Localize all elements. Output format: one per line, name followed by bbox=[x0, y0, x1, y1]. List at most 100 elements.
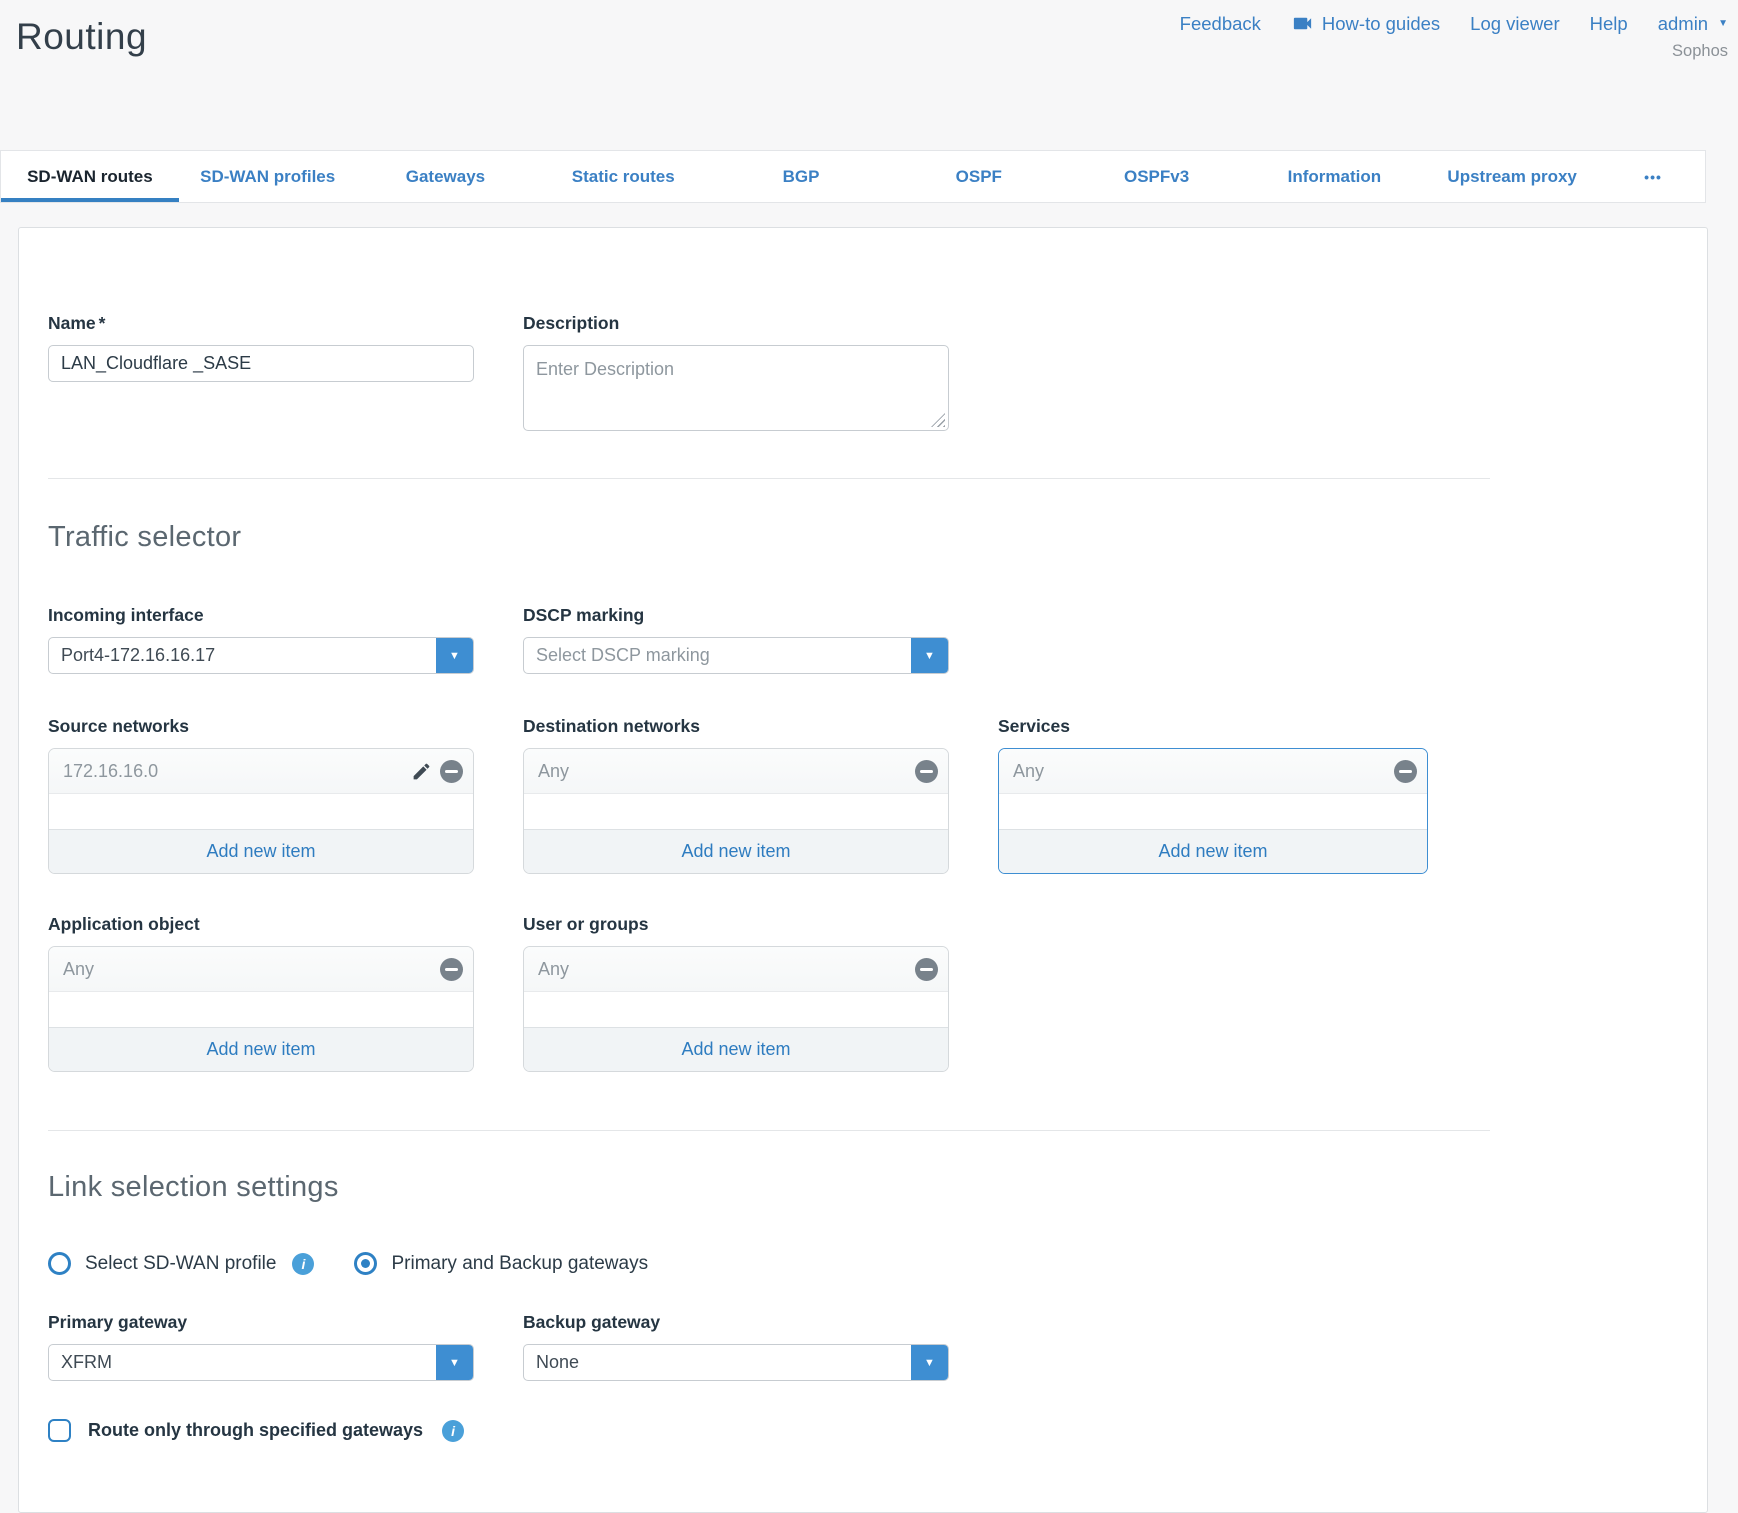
destination-networks-label: Destination networks bbox=[523, 716, 949, 737]
list-item-value: Any bbox=[538, 761, 569, 782]
route-only-checkbox[interactable] bbox=[48, 1419, 71, 1442]
route-only-row: Route only through specified gateways i bbox=[48, 1419, 1707, 1442]
listbox-body bbox=[49, 794, 473, 829]
primary-gateway-select[interactable]: XFRM bbox=[48, 1344, 474, 1381]
tab-gateways[interactable]: Gateways bbox=[357, 151, 535, 202]
log-viewer-label: Log viewer bbox=[1470, 13, 1559, 35]
video-camera-icon bbox=[1291, 12, 1314, 35]
remove-item-icon[interactable] bbox=[915, 760, 938, 783]
add-new-item-button[interactable]: Add new item bbox=[524, 829, 948, 873]
tab-ospfv3[interactable]: OSPFv3 bbox=[1068, 151, 1246, 202]
source-networks-label: Source networks bbox=[48, 716, 474, 737]
remove-item-icon[interactable] bbox=[915, 958, 938, 981]
radio-primary-backup-gateways[interactable]: Primary and Backup gateways bbox=[354, 1252, 648, 1275]
admin-menu[interactable]: admin ▼ bbox=[1658, 13, 1728, 35]
listbox-body bbox=[524, 794, 948, 829]
tab-sdwan-routes[interactable]: SD-WAN routes bbox=[1, 151, 179, 202]
radio-select-sdwan-profile[interactable]: Select SD-WAN profile i bbox=[48, 1252, 314, 1275]
list-item-value: Any bbox=[1013, 761, 1044, 782]
tab-bgp[interactable]: BGP bbox=[712, 151, 890, 202]
tab-more-button[interactable]: ••• bbox=[1601, 151, 1705, 202]
tab-sdwan-profiles[interactable]: SD-WAN profiles bbox=[179, 151, 357, 202]
dscp-marking-select[interactable]: Select DSCP marking bbox=[523, 637, 949, 674]
remove-item-icon[interactable] bbox=[1394, 760, 1417, 783]
add-new-item-button[interactable]: Add new item bbox=[524, 1027, 948, 1071]
list-item-value: Any bbox=[63, 959, 94, 980]
add-new-item-button[interactable]: Add new item bbox=[999, 829, 1427, 873]
services-label: Services bbox=[998, 716, 1428, 737]
application-object-box: Any Add new item bbox=[48, 946, 474, 1072]
name-label: Name* bbox=[48, 313, 474, 334]
header-right: Feedback How-to guides Log viewer Help a… bbox=[1180, 12, 1728, 61]
traffic-selector-heading: Traffic selector bbox=[48, 521, 1707, 554]
chevron-down-icon[interactable] bbox=[911, 638, 948, 673]
description-label: Description bbox=[523, 313, 949, 334]
header-links: Feedback How-to guides Log viewer Help a… bbox=[1180, 12, 1728, 35]
list-item: Any bbox=[524, 947, 948, 992]
radio-label: Select SD-WAN profile bbox=[85, 1253, 276, 1275]
route-only-label: Route only through specified gateways bbox=[88, 1420, 423, 1441]
list-item: Any bbox=[999, 749, 1427, 794]
edit-icon[interactable] bbox=[411, 761, 432, 782]
remove-item-icon[interactable] bbox=[440, 760, 463, 783]
application-object-label: Application object bbox=[48, 914, 474, 935]
page-header: Routing Feedback How-to guides Log viewe… bbox=[0, 0, 1738, 150]
feedback-link[interactable]: Feedback bbox=[1180, 13, 1261, 35]
incoming-interface-label: Incoming interface bbox=[48, 605, 474, 626]
listbox-body bbox=[524, 992, 948, 1027]
user-or-groups-label: User or groups bbox=[523, 914, 949, 935]
listbox-body bbox=[999, 794, 1427, 829]
divider bbox=[48, 478, 1490, 479]
dscp-marking-label: DSCP marking bbox=[523, 605, 949, 626]
link-selection-heading: Link selection settings bbox=[48, 1171, 1707, 1204]
destination-networks-box: Any Add new item bbox=[523, 748, 949, 874]
services-box: Any Add new item bbox=[998, 748, 1428, 874]
info-icon[interactable]: i bbox=[292, 1253, 314, 1275]
list-item: Any bbox=[49, 947, 473, 992]
radio-checked-icon[interactable] bbox=[354, 1252, 377, 1275]
add-new-item-button[interactable]: Add new item bbox=[49, 1027, 473, 1071]
divider bbox=[48, 1130, 1490, 1131]
required-mark: * bbox=[99, 313, 106, 333]
list-item: 172.16.16.0 bbox=[49, 749, 473, 794]
listbox-body bbox=[49, 992, 473, 1027]
primary-gateway-value: XFRM bbox=[49, 1352, 112, 1373]
chevron-down-icon: ▼ bbox=[1718, 18, 1728, 29]
list-item-value: Any bbox=[538, 959, 569, 980]
chevron-down-icon[interactable] bbox=[911, 1345, 948, 1380]
tab-bar: SD-WAN routes SD-WAN profiles Gateways S… bbox=[0, 150, 1706, 203]
help-link[interactable]: Help bbox=[1590, 13, 1628, 35]
dscp-marking-placeholder: Select DSCP marking bbox=[524, 645, 710, 666]
chevron-down-icon[interactable] bbox=[436, 1345, 473, 1380]
tab-information[interactable]: Information bbox=[1245, 151, 1423, 202]
tab-static-routes[interactable]: Static routes bbox=[534, 151, 712, 202]
backup-gateway-label: Backup gateway bbox=[523, 1312, 949, 1333]
admin-menu-label: admin bbox=[1658, 13, 1708, 35]
tab-upstream-proxy[interactable]: Upstream proxy bbox=[1423, 151, 1601, 202]
sdwan-route-form: Name* Description Traffic selector Incom… bbox=[18, 227, 1708, 1513]
list-item-value: 172.16.16.0 bbox=[63, 761, 158, 782]
feedback-link-label: Feedback bbox=[1180, 13, 1261, 35]
brand-label: Sophos bbox=[1180, 42, 1728, 61]
incoming-interface-select[interactable]: Port4-172.16.16.17 bbox=[48, 637, 474, 674]
backup-gateway-select[interactable]: None bbox=[523, 1344, 949, 1381]
name-input[interactable] bbox=[48, 345, 474, 382]
remove-item-icon[interactable] bbox=[440, 958, 463, 981]
howto-guides-link[interactable]: How-to guides bbox=[1291, 12, 1440, 35]
primary-gateway-label: Primary gateway bbox=[48, 1312, 474, 1333]
howto-guides-label: How-to guides bbox=[1322, 13, 1440, 35]
info-icon[interactable]: i bbox=[442, 1420, 464, 1442]
source-networks-box: 172.16.16.0 Add new item bbox=[48, 748, 474, 874]
user-or-groups-box: Any Add new item bbox=[523, 946, 949, 1072]
link-selection-options: Select SD-WAN profile i Primary and Back… bbox=[48, 1252, 1707, 1275]
radio-icon[interactable] bbox=[48, 1252, 71, 1275]
description-input[interactable] bbox=[523, 345, 949, 431]
chevron-down-icon[interactable] bbox=[436, 638, 473, 673]
radio-label: Primary and Backup gateways bbox=[391, 1253, 648, 1275]
tab-ospf[interactable]: OSPF bbox=[890, 151, 1068, 202]
list-item: Any bbox=[524, 749, 948, 794]
incoming-interface-value: Port4-172.16.16.17 bbox=[49, 645, 215, 666]
add-new-item-button[interactable]: Add new item bbox=[49, 829, 473, 873]
log-viewer-link[interactable]: Log viewer bbox=[1470, 13, 1559, 35]
backup-gateway-value: None bbox=[524, 1352, 579, 1373]
